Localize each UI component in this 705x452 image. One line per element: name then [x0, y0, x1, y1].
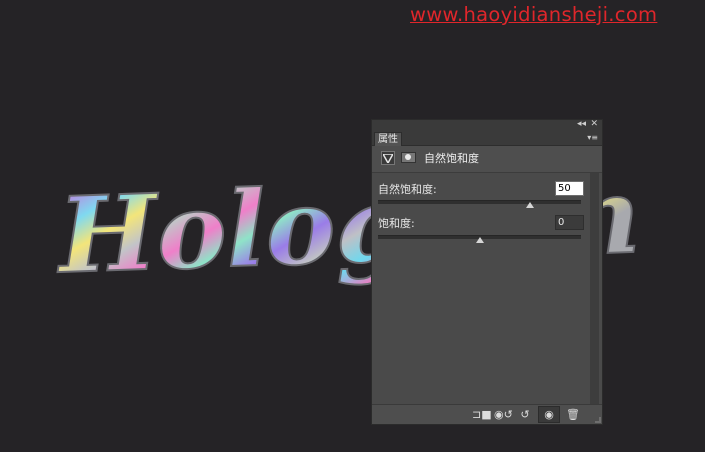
panel-menu-icon[interactable]: ▾≡: [587, 131, 598, 144]
vibrance-slider-thumb[interactable]: [526, 202, 535, 208]
vibrance-triangle-icon[interactable]: [381, 151, 395, 165]
saturation-label: 饱和度:: [378, 217, 415, 230]
vibrance-value-input[interactable]: 50: [555, 181, 584, 196]
resize-grip[interactable]: [595, 417, 601, 423]
trash-icon[interactable]: 🗑: [566, 408, 580, 421]
layer-mask-icon[interactable]: [401, 152, 416, 163]
double-chevron-left-icon[interactable]: ◂◂: [577, 118, 586, 131]
saturation-value-input[interactable]: 0: [555, 215, 584, 230]
close-icon[interactable]: ✕: [590, 118, 598, 131]
view-previous-state-icon[interactable]: ◉↺: [494, 408, 513, 421]
visibility-eye-icon[interactable]: ◉: [538, 406, 560, 423]
reset-icon[interactable]: ↺: [518, 408, 532, 421]
panel-scrollbar[interactable]: [590, 173, 599, 405]
adjustment-header: 自然饱和度: [372, 146, 602, 173]
tab-properties[interactable]: 属性: [374, 132, 402, 146]
properties-panel: ◂◂ ✕ 属性 ▾≡ 自然饱和度 自然饱和度: 50 饱和度: 0 ⊐■ ◉↺ …: [371, 119, 603, 425]
panel-tab-row: 属性 ▾≡: [372, 131, 602, 146]
panel-title-bar[interactable]: ◂◂ ✕: [372, 118, 602, 131]
adjustment-title: 自然饱和度: [424, 152, 479, 165]
clip-to-layer-icon[interactable]: ⊐■: [472, 408, 492, 421]
saturation-slider-thumb[interactable]: [475, 237, 484, 243]
vibrance-label: 自然饱和度:: [378, 183, 437, 196]
vibrance-slider-track[interactable]: [378, 200, 581, 204]
panel-bottom-toolbar: ⊐■ ◉↺ ↺ ◉ 🗑: [372, 404, 602, 424]
